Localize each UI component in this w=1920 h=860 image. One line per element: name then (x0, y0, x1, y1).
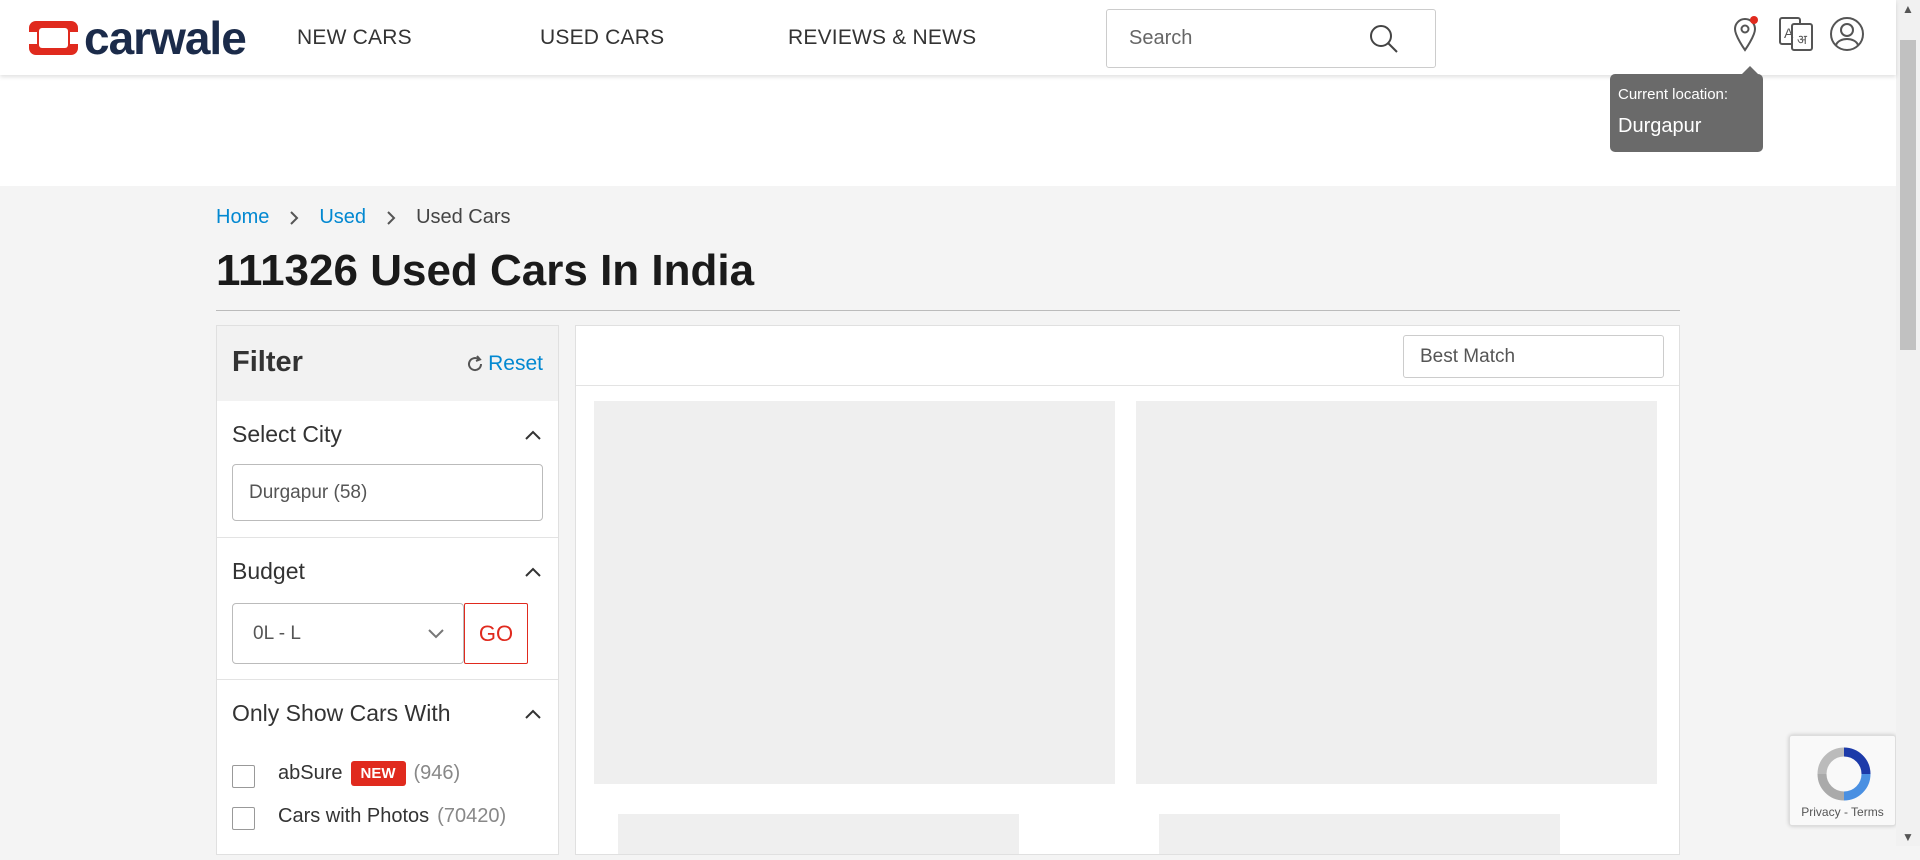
city-select-field[interactable]: Durgapur (58) (232, 464, 543, 521)
budget-filter-heading[interactable]: Budget (232, 558, 305, 585)
svg-text:A: A (1784, 25, 1794, 41)
filter-sidebar: Filter Reset Select City Durgapur (58) B… (216, 325, 559, 855)
scrollbar-thumb[interactable] (1900, 40, 1916, 350)
nav-reviews-news[interactable]: REVIEWS & NEWS (788, 26, 976, 50)
listing-panel: Best Match (575, 325, 1680, 855)
only-show-heading[interactable]: Only Show Cars With (232, 700, 451, 727)
budget-filter-section: Budget 0L - L GO (217, 538, 558, 680)
filter-header: Filter Reset (217, 326, 558, 401)
absure-checkbox[interactable] (232, 765, 255, 788)
search-input[interactable] (1129, 27, 1369, 50)
recaptcha-icon (1817, 747, 1871, 801)
nav-used-cars[interactable]: USED CARS (540, 26, 664, 50)
svg-text:अ: अ (1797, 33, 1808, 48)
location-pin-icon[interactable] (1732, 16, 1758, 52)
breadcrumb: Home Used Used Cars (216, 206, 511, 229)
breadcrumb-current: Used Cars (416, 206, 511, 228)
photos-checkbox[interactable] (232, 807, 255, 830)
budget-select[interactable]: 0L - L (232, 603, 464, 664)
scroll-down-arrow-icon[interactable]: ▼ (1902, 830, 1914, 844)
absure-count: (946) (413, 762, 461, 784)
filter-title: Filter (232, 346, 303, 378)
text-placeholder (1159, 814, 1560, 854)
only-show-filter-section: Only Show Cars With abSure NEW (946) Car… (217, 680, 558, 860)
breadcrumb-used[interactable]: Used (319, 206, 366, 229)
current-location-label: Current location: (1618, 86, 1729, 103)
scroll-up-arrow-icon[interactable]: ▲ (1902, 2, 1914, 16)
chevron-right-icon (387, 210, 396, 225)
car-card-placeholder (594, 401, 1115, 784)
reset-label: Reset (488, 352, 543, 375)
language-icon[interactable]: A अ (1778, 16, 1814, 52)
logo-text: carwale (84, 12, 247, 64)
city-filter-section: Select City Durgapur (58) (217, 401, 558, 538)
budget-go-button[interactable]: GO (464, 603, 528, 664)
budget-select-value: 0L - L (253, 623, 301, 644)
page-title: 111326 Used Cars In India (216, 246, 755, 295)
scrollbar[interactable]: ▲ ▼ (1896, 0, 1920, 846)
breadcrumb-home[interactable]: Home (216, 206, 269, 229)
chevron-up-icon[interactable] (524, 429, 542, 441)
carwale-logo[interactable]: carwale (29, 12, 247, 64)
sort-bar: Best Match (576, 326, 1679, 386)
car-card-placeholder (1136, 401, 1657, 784)
current-location-city: Durgapur (1618, 115, 1702, 137)
chevron-right-icon (290, 210, 299, 225)
absure-label: abSure (278, 762, 343, 784)
sort-select[interactable]: Best Match (1403, 335, 1664, 378)
chevron-down-icon (428, 629, 444, 639)
current-location-tooltip: Current location: Durgapur (1610, 66, 1763, 152)
photos-option[interactable]: Cars with Photos (70420) (278, 805, 506, 828)
chevron-up-icon[interactable] (524, 566, 542, 578)
carwale-logo-mark (29, 21, 78, 55)
nav-new-cars[interactable]: NEW CARS (297, 26, 412, 50)
text-placeholder (618, 814, 1019, 854)
user-account-icon[interactable] (1829, 16, 1865, 52)
chevron-up-icon[interactable] (524, 708, 542, 720)
new-badge: NEW (350, 761, 406, 786)
photos-label: Cars with Photos (278, 805, 430, 827)
absure-option[interactable]: abSure NEW (946) (278, 761, 460, 786)
site-header: carwale NEW CARS USED CARS REVIEWS & NEW… (0, 0, 1896, 75)
city-filter-heading[interactable]: Select City (232, 421, 342, 448)
recaptcha-links[interactable]: Privacy - Terms (1790, 805, 1895, 819)
photos-count: (70420) (437, 805, 507, 827)
refresh-icon (468, 355, 483, 372)
divider (216, 310, 1680, 311)
recaptcha-badge[interactable]: Privacy - Terms (1789, 735, 1896, 826)
search-box (1106, 9, 1436, 68)
reset-button[interactable]: Reset (466, 352, 543, 376)
search-icon[interactable] (1369, 24, 1399, 54)
